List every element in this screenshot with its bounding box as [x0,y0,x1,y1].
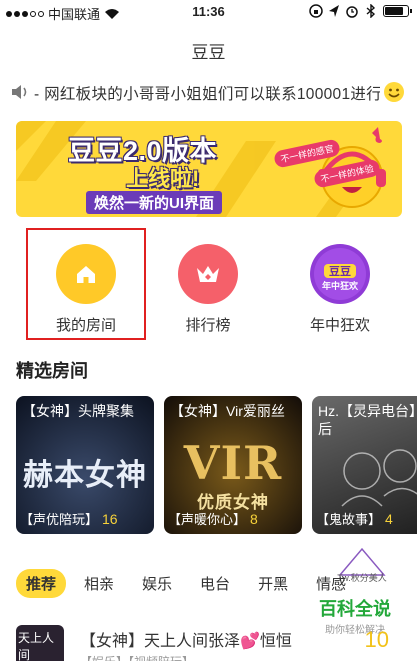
featured-rooms-title: 精选房间 [16,361,88,381]
tab-gaming[interactable]: 开黑 [248,569,298,598]
room-count: 8 [250,510,258,527]
room-title: 【女神】头牌聚集 [22,403,134,419]
carnival-badge-bottom: 年中狂欢 [322,280,359,291]
notice-bar[interactable]: - 网红板块的小哥哥小姐姐们可以联系100001进行咨询 [0,76,417,108]
room-card[interactable]: 【女神】Vir爱丽丝 VIR 优质女神 【声暖你心】 8 [164,396,302,534]
ranking-label: 排行榜 [185,317,231,334]
thumbnail-text: 天上人间 [18,631,55,661]
room-tag: 【声暖你心】 [168,512,247,527]
room-tag: 【鬼故事】 [316,512,382,527]
list-item-thumbnail: 天上人间 [16,625,64,661]
room-card[interactable]: 【女神】头牌聚集 赫本女神 【声优陪玩】 16 [16,396,154,534]
quick-entries: 我的房间 排行榜 豆豆 年中狂欢 年中狂欢 [0,228,417,340]
featured-rooms-list: 【女神】头牌聚集 赫本女神 【声优陪玩】 16 【女神】Vir爱丽丝 VIR 优… [16,396,417,534]
carnival-label: 年中狂欢 [309,317,370,334]
tab-emotion[interactable]: 情感 [306,569,356,598]
alarm-icon [346,6,358,18]
banner-subtitle: 上线啦! [126,166,200,191]
location-icon [329,5,339,17]
room-count: 4 [385,510,393,527]
room-tag: 【声优陪玩】 [20,512,99,527]
tab-recommend[interactable]: 推荐 [16,568,67,598]
room-art-text: VIR [183,436,283,490]
room-card[interactable]: Hz.【灵异电台】往后 【鬼故事】 4 [312,396,417,534]
speaker-icon [12,85,27,99]
notice-text: - 网红板块的小哥哥小姐姐们可以联系100001进行咨询 [34,86,380,103]
carnival-badge-icon: 豆豆 年中狂欢 [310,244,370,304]
room-count: 16 [102,510,118,527]
home-icon [56,244,116,304]
tab-dating[interactable]: 相亲 [74,569,124,598]
list-item-title: 【女神】天上人间张泽💕恒恒 [80,633,292,650]
banner-caption: 焕然一新的UI界面 [86,191,223,214]
my-room-button[interactable]: 我的房间 [26,228,146,340]
carnival-badge-top: 豆豆 [329,265,351,278]
list-item-count: 10 [364,627,389,652]
category-tabs: 推荐 相亲 娱乐 电台 开黑 情感 [16,568,364,598]
battery-icon [383,5,412,17]
mid-year-carnival-button[interactable]: 豆豆 年中狂欢 年中狂欢 [280,228,400,340]
promo-banner[interactable]: 豆豆2.0版本 上线啦! 焕然一新的UI界面 不一样的感官 不一样的体验 [16,121,402,217]
list-item-subtitle: 【娱乐】【视频陪玩】 [80,653,194,661]
my-room-label: 我的房间 [55,317,116,334]
tab-radio[interactable]: 电台 [190,569,240,598]
smile-icon[interactable] [383,81,405,103]
room-art-text: 赫本女神 [23,458,147,493]
status-bar: 中国联通 11:36 [0,0,417,24]
ranking-button[interactable]: 排行榜 [148,228,268,340]
list-item[interactable]: 天上人间 【女神】天上人间张泽💕恒恒 【娱乐】【视频陪玩】 10 [0,615,417,661]
orientation-lock-icon [309,4,323,18]
crown-icon [178,244,238,304]
page-title: 豆豆 [191,43,226,62]
bluetooth-icon [366,4,376,18]
tab-entertainment[interactable]: 娱乐 [132,569,182,598]
room-title: 【女神】Vir爱丽丝 [170,403,285,419]
